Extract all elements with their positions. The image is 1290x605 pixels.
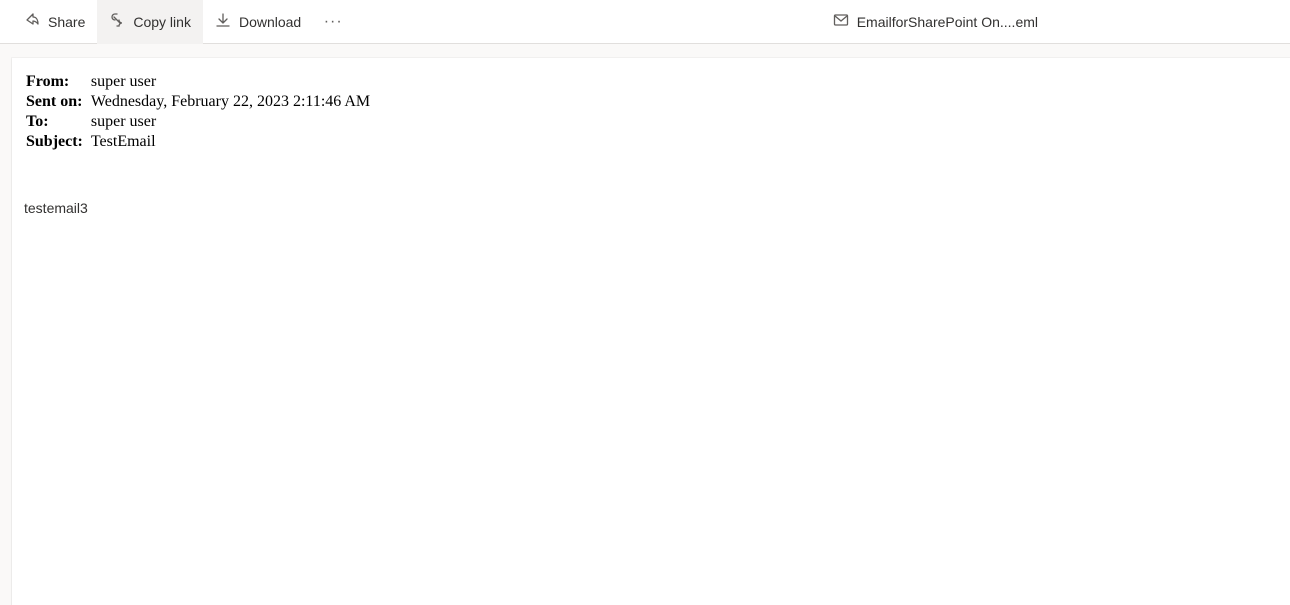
copy-link-button[interactable]: Copy link <box>97 0 203 44</box>
copy-link-label: Copy link <box>133 14 191 30</box>
header-row-sent-on: Sent on: Wednesday, February 22, 2023 2:… <box>24 92 372 112</box>
link-icon <box>109 12 125 31</box>
from-label: From: <box>24 72 89 92</box>
subject-label: Subject: <box>24 132 89 152</box>
sent-on-label: Sent on: <box>24 92 89 112</box>
share-label: Share <box>48 14 85 30</box>
to-label: To: <box>24 112 89 132</box>
more-icon: ··· <box>324 13 343 31</box>
download-button[interactable]: Download <box>203 0 313 44</box>
header-row-from: From: super user <box>24 72 372 92</box>
share-icon <box>24 12 40 31</box>
subject-value: TestEmail <box>89 132 372 152</box>
toolbar: Share Copy link Download ··· EmailforSha… <box>0 0 1290 44</box>
share-button[interactable]: Share <box>12 0 97 44</box>
to-value: super user <box>89 112 372 132</box>
download-icon <box>215 12 231 31</box>
content-outer: From: super user Sent on: Wednesday, Feb… <box>0 44 1290 605</box>
more-actions-button[interactable]: ··· <box>313 0 353 44</box>
mail-icon <box>833 12 849 31</box>
filename-section: EmailforSharePoint On....eml <box>833 12 1278 31</box>
filename-text: EmailforSharePoint On....eml <box>857 14 1038 30</box>
email-body: testemail3 <box>24 200 1278 216</box>
header-row-to: To: super user <box>24 112 372 132</box>
email-preview-panel: From: super user Sent on: Wednesday, Feb… <box>12 58 1290 605</box>
header-row-subject: Subject: TestEmail <box>24 132 372 152</box>
download-label: Download <box>239 14 301 30</box>
from-value: super user <box>89 72 372 92</box>
sent-on-value: Wednesday, February 22, 2023 2:11:46 AM <box>89 92 372 112</box>
email-headers: From: super user Sent on: Wednesday, Feb… <box>24 72 1278 152</box>
